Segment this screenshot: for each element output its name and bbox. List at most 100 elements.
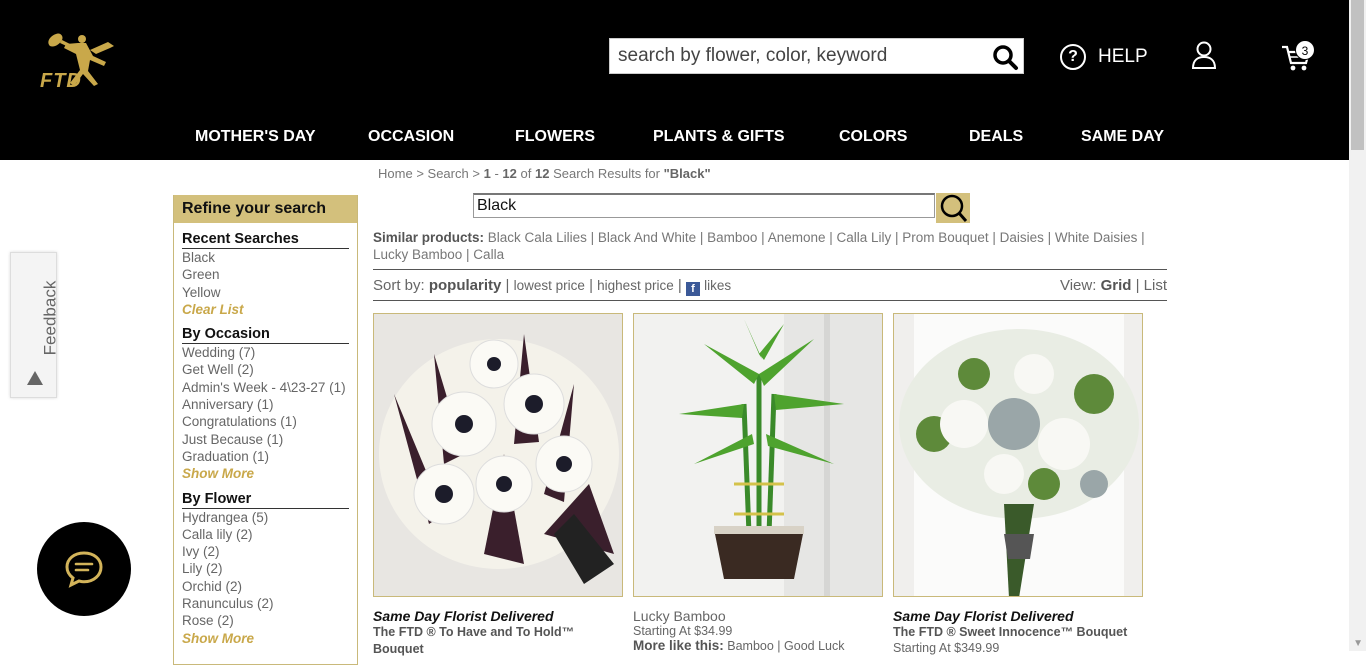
results-query: "Black" xyxy=(663,166,711,181)
cart-count-badge: 3 xyxy=(1295,40,1315,60)
feedback-arrow-icon xyxy=(27,371,43,385)
flower-filter-item[interactable]: Ranunculus (2) xyxy=(182,595,349,612)
facebook-icon: f xyxy=(685,282,700,296)
main-nav: MOTHER'S DAY OCCASION FLOWERS PLANTS & G… xyxy=(0,128,1366,154)
refine-sidebar: Refine your search Recent Searches Black… xyxy=(173,195,358,665)
flower-filter-item[interactable]: Rose (2) xyxy=(182,612,349,629)
occasion-filter-item[interactable]: Get Well (2) xyxy=(182,361,349,378)
results-of: of xyxy=(520,166,532,181)
search-icon[interactable] xyxy=(991,43,1019,71)
product-image[interactable] xyxy=(373,313,623,597)
product-price: Starting At $34.99 xyxy=(633,624,733,638)
breadcrumb: Home > Search > 1 - 12 of 12 Search Resu… xyxy=(378,166,711,181)
recent-searches-section: Recent Searches Black Green Yellow Clear… xyxy=(174,231,357,318)
nav-plants-gifts[interactable]: PLANTS & GIFTS xyxy=(653,128,785,146)
logo-text: FTD xyxy=(40,70,82,92)
sort-separator: | xyxy=(505,277,510,294)
product-tag: Same Day Florist Delivered xyxy=(373,608,554,624)
product-card[interactable]: Same Day Florist Delivered The FTD ® Swe… xyxy=(893,313,1143,655)
view-label: View: xyxy=(1059,277,1097,294)
occasion-filter-item[interactable]: Anniversary (1) xyxy=(182,396,349,413)
view-list[interactable]: List xyxy=(1144,277,1167,294)
sort-popularity[interactable]: popularity xyxy=(429,277,502,294)
scroll-down-arrow-icon[interactable]: ▼ xyxy=(1353,638,1363,649)
breadcrumb-search[interactable]: Search xyxy=(428,166,469,181)
chat-button[interactable] xyxy=(37,522,131,616)
occasion-filter-item[interactable]: Congratulations (1) xyxy=(182,413,349,430)
product-tag: Same Day Florist Delivered xyxy=(893,608,1074,624)
product-name[interactable]: The FTD ® To Have and To Hold™ Bouquet xyxy=(373,624,623,658)
site-search-box xyxy=(609,38,1024,74)
nav-mothers-day[interactable]: MOTHER'S DAY xyxy=(195,128,316,146)
help-question-icon: ? xyxy=(1060,44,1086,70)
occasion-filter-item[interactable]: Graduation (1) xyxy=(182,448,349,465)
results-search-input[interactable] xyxy=(474,195,934,217)
site-search-input[interactable] xyxy=(610,39,980,73)
sort-separator: | xyxy=(589,277,593,294)
clear-list-link[interactable]: Clear List xyxy=(182,301,349,318)
nav-colors[interactable]: COLORS xyxy=(839,128,907,146)
by-flower-section: By Flower Hydrangea (5) Calla lily (2) I… xyxy=(174,491,357,647)
product-image[interactable] xyxy=(633,313,883,597)
by-occasion-section: By Occasion Wedding (7) Get Well (2) Adm… xyxy=(174,326,357,482)
nav-flowers[interactable]: FLOWERS xyxy=(515,128,595,146)
recent-search-item[interactable]: Black xyxy=(182,249,349,266)
help-link[interactable]: ? HELP xyxy=(1060,42,1148,72)
by-flower-heading: By Flower xyxy=(182,491,349,509)
nav-occasion[interactable]: OCCASION xyxy=(368,128,454,146)
product-image[interactable] xyxy=(893,313,1143,597)
recent-search-item[interactable]: Yellow xyxy=(182,284,349,301)
flower-filter-item[interactable]: Calla lily (2) xyxy=(182,526,349,543)
magnifier-icon xyxy=(940,194,968,222)
results-dash: - xyxy=(494,166,499,181)
product-price: Starting At $349.99 xyxy=(893,641,1000,655)
results-search-button[interactable] xyxy=(936,193,970,223)
nav-same-day[interactable]: SAME DAY xyxy=(1081,128,1164,146)
breadcrumb-separator: > xyxy=(416,166,424,181)
sort-label: Sort by: xyxy=(373,277,425,294)
similar-products: Similar products: Black Cala Lilies | Bl… xyxy=(373,230,1163,263)
sort-bar: Sort by: popularity | lowest price | hig… xyxy=(373,269,1167,301)
feedback-tab[interactable]: Feedback xyxy=(10,252,60,398)
recent-searches-heading: Recent Searches xyxy=(182,231,349,249)
product-card[interactable]: Same Day Florist Delivered The FTD ® To … xyxy=(373,313,623,658)
scrollbar-thumb[interactable] xyxy=(1351,0,1364,150)
flower-filter-item[interactable]: Orchid (2) xyxy=(182,578,349,595)
chat-bubble-icon xyxy=(65,551,103,588)
occasion-filter-item[interactable]: Wedding (7) xyxy=(182,344,349,361)
flower-show-more-link[interactable]: Show More xyxy=(182,630,349,647)
breadcrumb-home[interactable]: Home xyxy=(378,166,413,181)
site-header: FTD ? HELP 3 MOTHER'S DAY OCCASION FLOWE… xyxy=(0,0,1366,160)
sort-options: Sort by: popularity | lowest price | hig… xyxy=(373,277,731,296)
account-user-icon[interactable] xyxy=(1190,40,1218,70)
sort-lowest-price[interactable]: lowest price xyxy=(514,278,585,293)
product-name[interactable]: The FTD ® Sweet Innocence™ Bouquet xyxy=(893,624,1143,641)
page-scrollbar[interactable]: ▼ xyxy=(1349,0,1366,651)
flower-filter-item[interactable]: Hydrangea (5) xyxy=(182,509,349,526)
results-range-end: 12 xyxy=(502,166,517,181)
view-grid[interactable]: Grid xyxy=(1101,277,1132,294)
flower-filter-item[interactable]: Ivy (2) xyxy=(182,543,349,560)
occasion-filter-item[interactable]: Admin's Week - 4\23-27 (1) xyxy=(182,379,349,396)
results-for-label: Search Results for xyxy=(553,166,660,181)
product-card[interactable]: Lucky Bamboo Starting At $34.99 More lik… xyxy=(633,313,883,653)
similar-products-links[interactable]: Black Cala Lilies | Black And White | Ba… xyxy=(373,230,1145,262)
sort-highest-price[interactable]: highest price xyxy=(597,278,674,293)
results-search-box xyxy=(473,193,935,218)
product-name[interactable]: Lucky Bamboo xyxy=(633,608,883,624)
flower-filter-item[interactable]: Lily (2) xyxy=(182,560,349,577)
similar-products-label: Similar products: xyxy=(373,230,485,245)
nav-deals[interactable]: DEALS xyxy=(969,128,1023,146)
view-separator: | xyxy=(1135,277,1140,294)
recent-search-item[interactable]: Green xyxy=(182,266,349,283)
sort-likes[interactable]: likes xyxy=(704,278,731,293)
by-occasion-heading: By Occasion xyxy=(182,326,349,345)
occasion-show-more-link[interactable]: Show More xyxy=(182,465,349,482)
occasion-filter-item[interactable]: Just Because (1) xyxy=(182,431,349,448)
results-range-start: 1 xyxy=(483,166,491,181)
results-total: 12 xyxy=(534,166,550,181)
view-options: View: Grid | List xyxy=(1060,277,1167,294)
breadcrumb-separator: > xyxy=(472,166,480,181)
sidebar-title: Refine your search xyxy=(174,195,357,223)
feedback-label: Feedback xyxy=(40,280,60,356)
